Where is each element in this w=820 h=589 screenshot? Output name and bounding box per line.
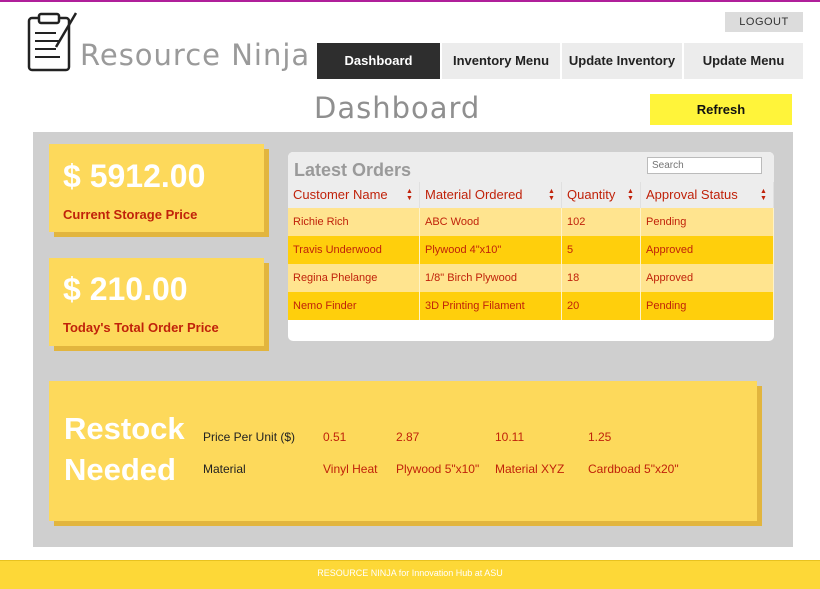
restock-price: 1.25 — [588, 430, 612, 444]
cell-quantity: 18 — [562, 264, 641, 292]
cell-quantity: 102 — [562, 208, 641, 236]
cell-customer: Travis Underwood — [288, 236, 420, 264]
restock-card: Restock Needed Price Per Unit ($) Materi… — [49, 381, 757, 521]
restock-price: 0.51 — [323, 430, 347, 444]
sort-icon: ▲▼ — [548, 188, 555, 202]
restock-material: Cardboad 5"x20" — [588, 462, 679, 476]
cell-status: Approved — [641, 236, 774, 264]
order-price-card: $ 210.00 Today's Total Order Price — [49, 258, 264, 346]
latest-orders-table: Latest Orders Customer Name ▲▼ Material … — [288, 152, 774, 341]
table-row[interactable]: Nemo Finder 3D Printing Filament 20 Pend… — [288, 292, 774, 320]
footer-text: RESOURCE NINJA for Innovation Hub at ASU — [317, 568, 503, 578]
cell-customer: Nemo Finder — [288, 292, 420, 320]
tab-dashboard[interactable]: Dashboard — [317, 43, 440, 79]
clipboard-logo-icon — [27, 12, 78, 72]
order-price-label: Today's Total Order Price — [63, 320, 219, 335]
cell-quantity: 20 — [562, 292, 641, 320]
column-label: Customer Name — [293, 187, 388, 202]
tab-update-inventory[interactable]: Update Inventory — [562, 43, 682, 79]
cell-material: 1/8" Birch Plywood — [420, 264, 562, 292]
cell-material: 3D Printing Filament — [420, 292, 562, 320]
cell-material: Plywood 4"x10" — [420, 236, 562, 264]
column-label: Approval Status — [646, 187, 738, 202]
restock-title-line2: Needed — [64, 452, 176, 487]
footer: RESOURCE NINJA for Innovation Hub at ASU — [0, 560, 820, 589]
page-title: Dashboard — [314, 91, 481, 125]
search-input[interactable] — [647, 157, 762, 174]
restock-title-line1: Restock — [64, 411, 185, 446]
table-row[interactable]: Regina Phelange 1/8" Birch Plywood 18 Ap… — [288, 264, 774, 292]
table-row[interactable]: Richie Rich ABC Wood 102 Pending — [288, 208, 774, 236]
sort-icon: ▲▼ — [760, 188, 767, 202]
restock-material: Plywood 5"x10" — [396, 462, 480, 476]
logout-button[interactable]: LOGOUT — [725, 12, 803, 32]
sort-icon: ▲▼ — [406, 188, 413, 202]
tab-update-menu[interactable]: Update Menu — [684, 43, 803, 79]
top-accent-line — [0, 0, 820, 2]
cell-status: Pending — [641, 208, 774, 236]
table-header: Latest Orders Customer Name ▲▼ Material … — [288, 152, 774, 208]
storage-price-value: $ 5912.00 — [63, 158, 206, 194]
restock-price: 2.87 — [396, 430, 420, 444]
order-price-value: $ 210.00 — [63, 271, 188, 307]
column-customer-name[interactable]: Customer Name ▲▼ — [288, 182, 420, 208]
material-label: Material — [203, 462, 246, 476]
storage-price-card: $ 5912.00 Current Storage Price — [49, 144, 264, 232]
refresh-button[interactable]: Refresh — [650, 94, 792, 125]
cell-quantity: 5 — [562, 236, 641, 264]
main-nav: Dashboard Inventory Menu Update Inventor… — [317, 43, 805, 79]
column-approval-status[interactable]: Approval Status ▲▼ — [641, 182, 774, 208]
orders-title: Latest Orders — [294, 160, 412, 180]
restock-material: Vinyl Heat — [323, 462, 378, 476]
column-label: Quantity — [567, 187, 616, 202]
column-headers: Customer Name ▲▼ Material Ordered ▲▼ Qua… — [288, 182, 774, 208]
storage-price-label: Current Storage Price — [63, 207, 198, 222]
sort-icon: ▲▼ — [627, 188, 634, 202]
cell-customer: Regina Phelange — [288, 264, 420, 292]
restock-material: Material XYZ — [495, 462, 565, 476]
column-label: Material Ordered — [425, 187, 523, 202]
tab-inventory-menu[interactable]: Inventory Menu — [442, 43, 560, 79]
table-row[interactable]: Travis Underwood Plywood 4"x10" 5 Approv… — [288, 236, 774, 264]
cell-material: ABC Wood — [420, 208, 562, 236]
column-material-ordered[interactable]: Material Ordered ▲▼ — [420, 182, 562, 208]
brand-name: Resource Ninja — [80, 38, 311, 72]
cell-customer: Richie Rich — [288, 208, 420, 236]
restock-price: 10.11 — [495, 430, 525, 444]
price-per-unit-label: Price Per Unit ($) — [203, 430, 296, 444]
cell-status: Pending — [641, 292, 774, 320]
cell-status: Approved — [641, 264, 774, 292]
column-quantity[interactable]: Quantity ▲▼ — [562, 182, 641, 208]
